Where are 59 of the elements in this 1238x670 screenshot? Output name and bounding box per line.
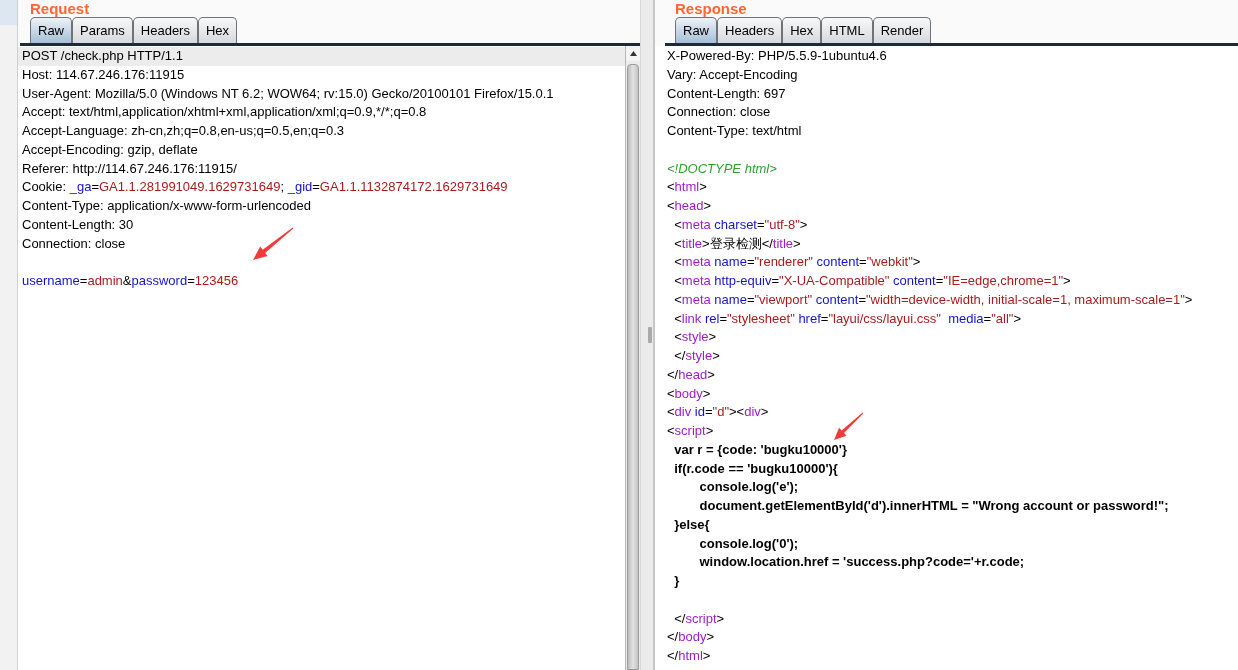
code-line: Accept-Encoding: gzip, deflate — [22, 140, 198, 159]
up-arrow-icon — [629, 51, 637, 56]
scrollbar-thumb[interactable] — [627, 64, 639, 670]
code-line: } — [673, 572, 680, 590]
code-line: </html> — [667, 647, 711, 665]
code-line: Cookie: _ga=GA1.1.281991049.1629731649; _gid=GA1.1.1132874172.1629731649 — [22, 178, 508, 197]
tab[interactable]: Render — [872, 17, 932, 43]
code-line: console.log('0'); — [698, 534, 799, 553]
pointer-arrow — [251, 226, 295, 262]
code-line: <meta http-equiv="X-UA-Compatible" content="IE=edge,chrome=1"> — [673, 272, 1071, 290]
code-line: Content-Type: application/x-www-form-urlencoded — [22, 197, 311, 215]
code-line: Host: 114.67.246.176:11915 — [22, 65, 185, 84]
code-line: console.log('e'); — [698, 478, 799, 497]
code-line: document.getElementById('d').innerHTML = "Wrong account or password!"; — [698, 497, 1169, 515]
code-line: Accept: text/html,application/xhtml+xml,application/xml;q=0.9,*/*;q=0.8 — [22, 103, 427, 122]
code-line: <head> — [667, 197, 712, 215]
code-line: Accept-Language: zh-cn,zh;q=0.8,en-us;q=0.5,en;q=0.3 — [22, 122, 344, 140]
code-line: Content-Type: text/html — [667, 122, 802, 140]
tab[interactable]: Raw — [675, 17, 717, 43]
code-line: X-Powered-By: PHP/5.5.9-1ubuntu4.6 — [667, 47, 887, 65]
tab[interactable]: Headers — [717, 17, 783, 43]
code-line: window.location.href = 'success.php?code='+r.code; — [698, 553, 1025, 572]
tab[interactable]: Hex — [197, 17, 238, 43]
code-line: if(r.code == 'bugku10000'){ — [673, 459, 838, 478]
code-line: <style> — [673, 328, 717, 347]
code-line: <script> — [667, 422, 714, 440]
code-line: <!DOCTYPE html> — [667, 159, 777, 178]
code-line: Referer: http://114.67.246.176:11915/ — [22, 159, 237, 178]
code-line: <meta name="viewport" content="width=device-width, initial-scale=1, maximum-scale=1"> — [673, 290, 1193, 309]
tab[interactable]: HTML — [821, 17, 873, 43]
code-line: <html> — [667, 178, 707, 197]
code-line: </script> — [673, 609, 725, 628]
panel-title: Request — [30, 0, 90, 17]
code-line: username=admin&password=123456 — [22, 272, 239, 290]
tab[interactable]: Headers — [132, 17, 198, 43]
grip-icon — [648, 327, 652, 343]
code-line: </head> — [667, 365, 715, 384]
code-line: <link rel="stylesheet" href="layui/css/layui.css" media="all"> — [673, 309, 1021, 328]
code-line: Content-Length: 30 — [22, 215, 134, 234]
tab[interactable]: Params — [72, 17, 133, 43]
code-line: <title>登录检测</title> — [673, 234, 801, 253]
scroll-up-button[interactable] — [626, 46, 640, 61]
code-line: }else{ — [673, 515, 710, 534]
code-line: Vary: Accept-Encoding — [667, 65, 798, 84]
tab[interactable]: Hex — [782, 17, 822, 43]
pointer-arrow — [832, 411, 865, 442]
code-line: Connection: close — [667, 103, 771, 122]
code-line: </style> — [673, 347, 720, 365]
tab[interactable]: Raw — [30, 17, 72, 43]
code-line: User-Agent: Mozilla/5.0 (Windows NT 6.2; WOW64; rv:15.0) Gecko/20100101 Firefox/15.0.1 — [22, 84, 554, 103]
code-line: <body> — [667, 384, 711, 403]
code-line: <meta charset="utf-8"> — [673, 215, 808, 234]
code-line: Connection: close — [22, 234, 126, 253]
code-line: <meta name="renderer" content="webkit"> — [673, 253, 921, 272]
panel-title: Response — [675, 0, 747, 17]
code-line: Content-Length: 697 — [667, 84, 786, 103]
code-line: </body> — [667, 628, 714, 647]
code-line: <div id="d"><div> — [667, 403, 769, 422]
code-line: var r = {code: 'bugku10000'} — [673, 440, 847, 459]
